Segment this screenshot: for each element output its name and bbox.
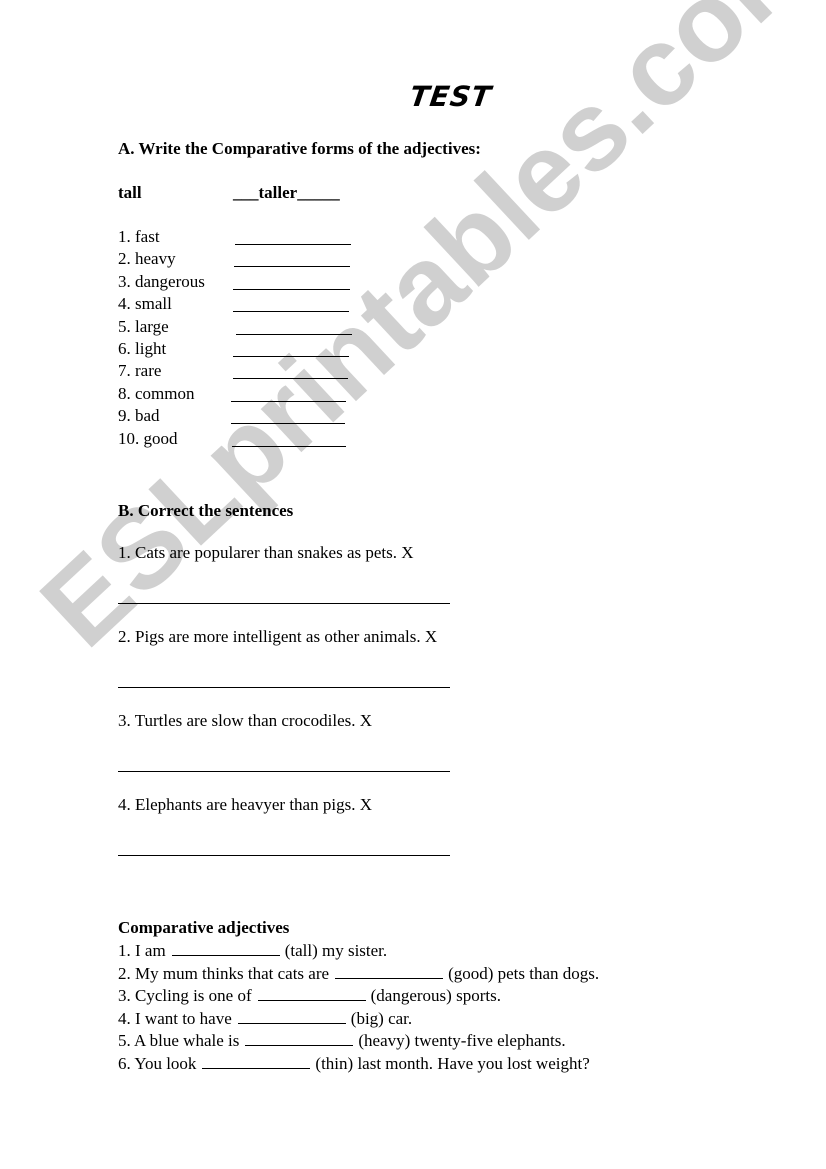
- answer-blank[interactable]: [234, 266, 350, 268]
- answer-blank[interactable]: [233, 288, 350, 290]
- incorrect-sentence: 4. Elephants are heavyer than pigs. X: [118, 795, 372, 814]
- example-answer: ___taller_____: [233, 183, 340, 202]
- fill-in-sentence: 6. You look (thin) last month. Have you l…: [118, 1054, 590, 1074]
- answer-blank[interactable]: [231, 423, 345, 425]
- answer-blank[interactable]: [231, 400, 346, 402]
- adjective-label: 10. good: [118, 428, 178, 448]
- adjective-label: 6. light: [118, 339, 167, 358]
- answer-blank[interactable]: [237, 1009, 346, 1024]
- answer-blank[interactable]: [171, 941, 280, 956]
- sentence-end: (dangerous) sports.: [370, 986, 501, 1006]
- adjective-label: 9. bad: [118, 406, 160, 426]
- sentence-start: 1. I am: [118, 941, 166, 960]
- correction-blank[interactable]: [118, 603, 450, 604]
- answer-blank[interactable]: [233, 378, 348, 380]
- fill-in-sentence: 3. Cycling is one of (dangerous) sports.: [118, 986, 501, 1006]
- adjective-label: 1. fast: [118, 227, 160, 246]
- fill-in-sentence: 1. I am (tall) my sister.: [118, 941, 387, 961]
- incorrect-sentence: 1. Cats are popularer than snakes as pet…: [118, 543, 414, 562]
- sentence-end: (heavy) twenty-five elephants.: [358, 1031, 566, 1051]
- answer-blank[interactable]: [232, 445, 346, 447]
- adjective-label: 4. small: [118, 294, 172, 314]
- fill-in-sentence: 2. My mum thinks that cats are (good) pet…: [118, 964, 599, 984]
- answer-blank[interactable]: [257, 986, 366, 1002]
- sentence-end: (thin) last month. Have you lost weight?: [315, 1054, 590, 1073]
- section-a-heading: A. Write the Comparative forms of the ad…: [118, 139, 481, 158]
- sentence-start: 2. My mum thinks that cats are: [118, 963, 330, 983]
- answer-blank[interactable]: [233, 311, 349, 313]
- example-word: tall: [118, 183, 142, 202]
- adjective-label: 8. common: [118, 383, 195, 403]
- sentence-start: 3. Cycling is one of: [118, 986, 252, 1006]
- answer-blank[interactable]: [235, 244, 351, 245]
- page-title: TEST: [407, 80, 494, 113]
- correction-blank[interactable]: [118, 687, 450, 688]
- incorrect-sentence: 3. Turtles are slow than crocodiles. X: [118, 711, 373, 730]
- sentence-end: (good) pets than dogs.: [448, 963, 600, 983]
- worksheet-page: ESLprintables.com TEST A. Write the Comp…: [0, 0, 826, 1169]
- sentence-end: (big) car.: [350, 1008, 413, 1028]
- fill-in-sentence: 5. A blue whale is (heavy) twenty-five el…: [118, 1031, 566, 1051]
- answer-blank[interactable]: [233, 356, 349, 357]
- answer-blank[interactable]: [245, 1031, 354, 1047]
- sentence-start: 6. You look: [118, 1054, 197, 1073]
- section-c-heading: Comparative adjectives: [118, 918, 290, 937]
- section-b-heading: B. Correct the sentences: [118, 501, 294, 520]
- answer-blank[interactable]: [236, 333, 352, 335]
- correction-blank[interactable]: [118, 771, 450, 772]
- adjective-label: 2. heavy: [118, 249, 176, 269]
- adjective-label: 5. large: [118, 316, 169, 336]
- adjective-label: 3. dangerous: [118, 271, 205, 291]
- sentence-start: 4. I want to have: [118, 1008, 232, 1028]
- correction-blank[interactable]: [118, 855, 450, 856]
- sentence-start: 5. A blue whale is: [118, 1031, 240, 1051]
- answer-blank[interactable]: [335, 964, 444, 979]
- fill-in-sentence: 4. I want to have (big) car.: [118, 1009, 412, 1029]
- sentence-end: (tall) my sister.: [284, 941, 388, 960]
- answer-blank[interactable]: [202, 1054, 311, 1069]
- incorrect-sentence: 2. Pigs are more intelligent as other an…: [118, 627, 438, 646]
- adjective-label: 7. rare: [118, 361, 162, 381]
